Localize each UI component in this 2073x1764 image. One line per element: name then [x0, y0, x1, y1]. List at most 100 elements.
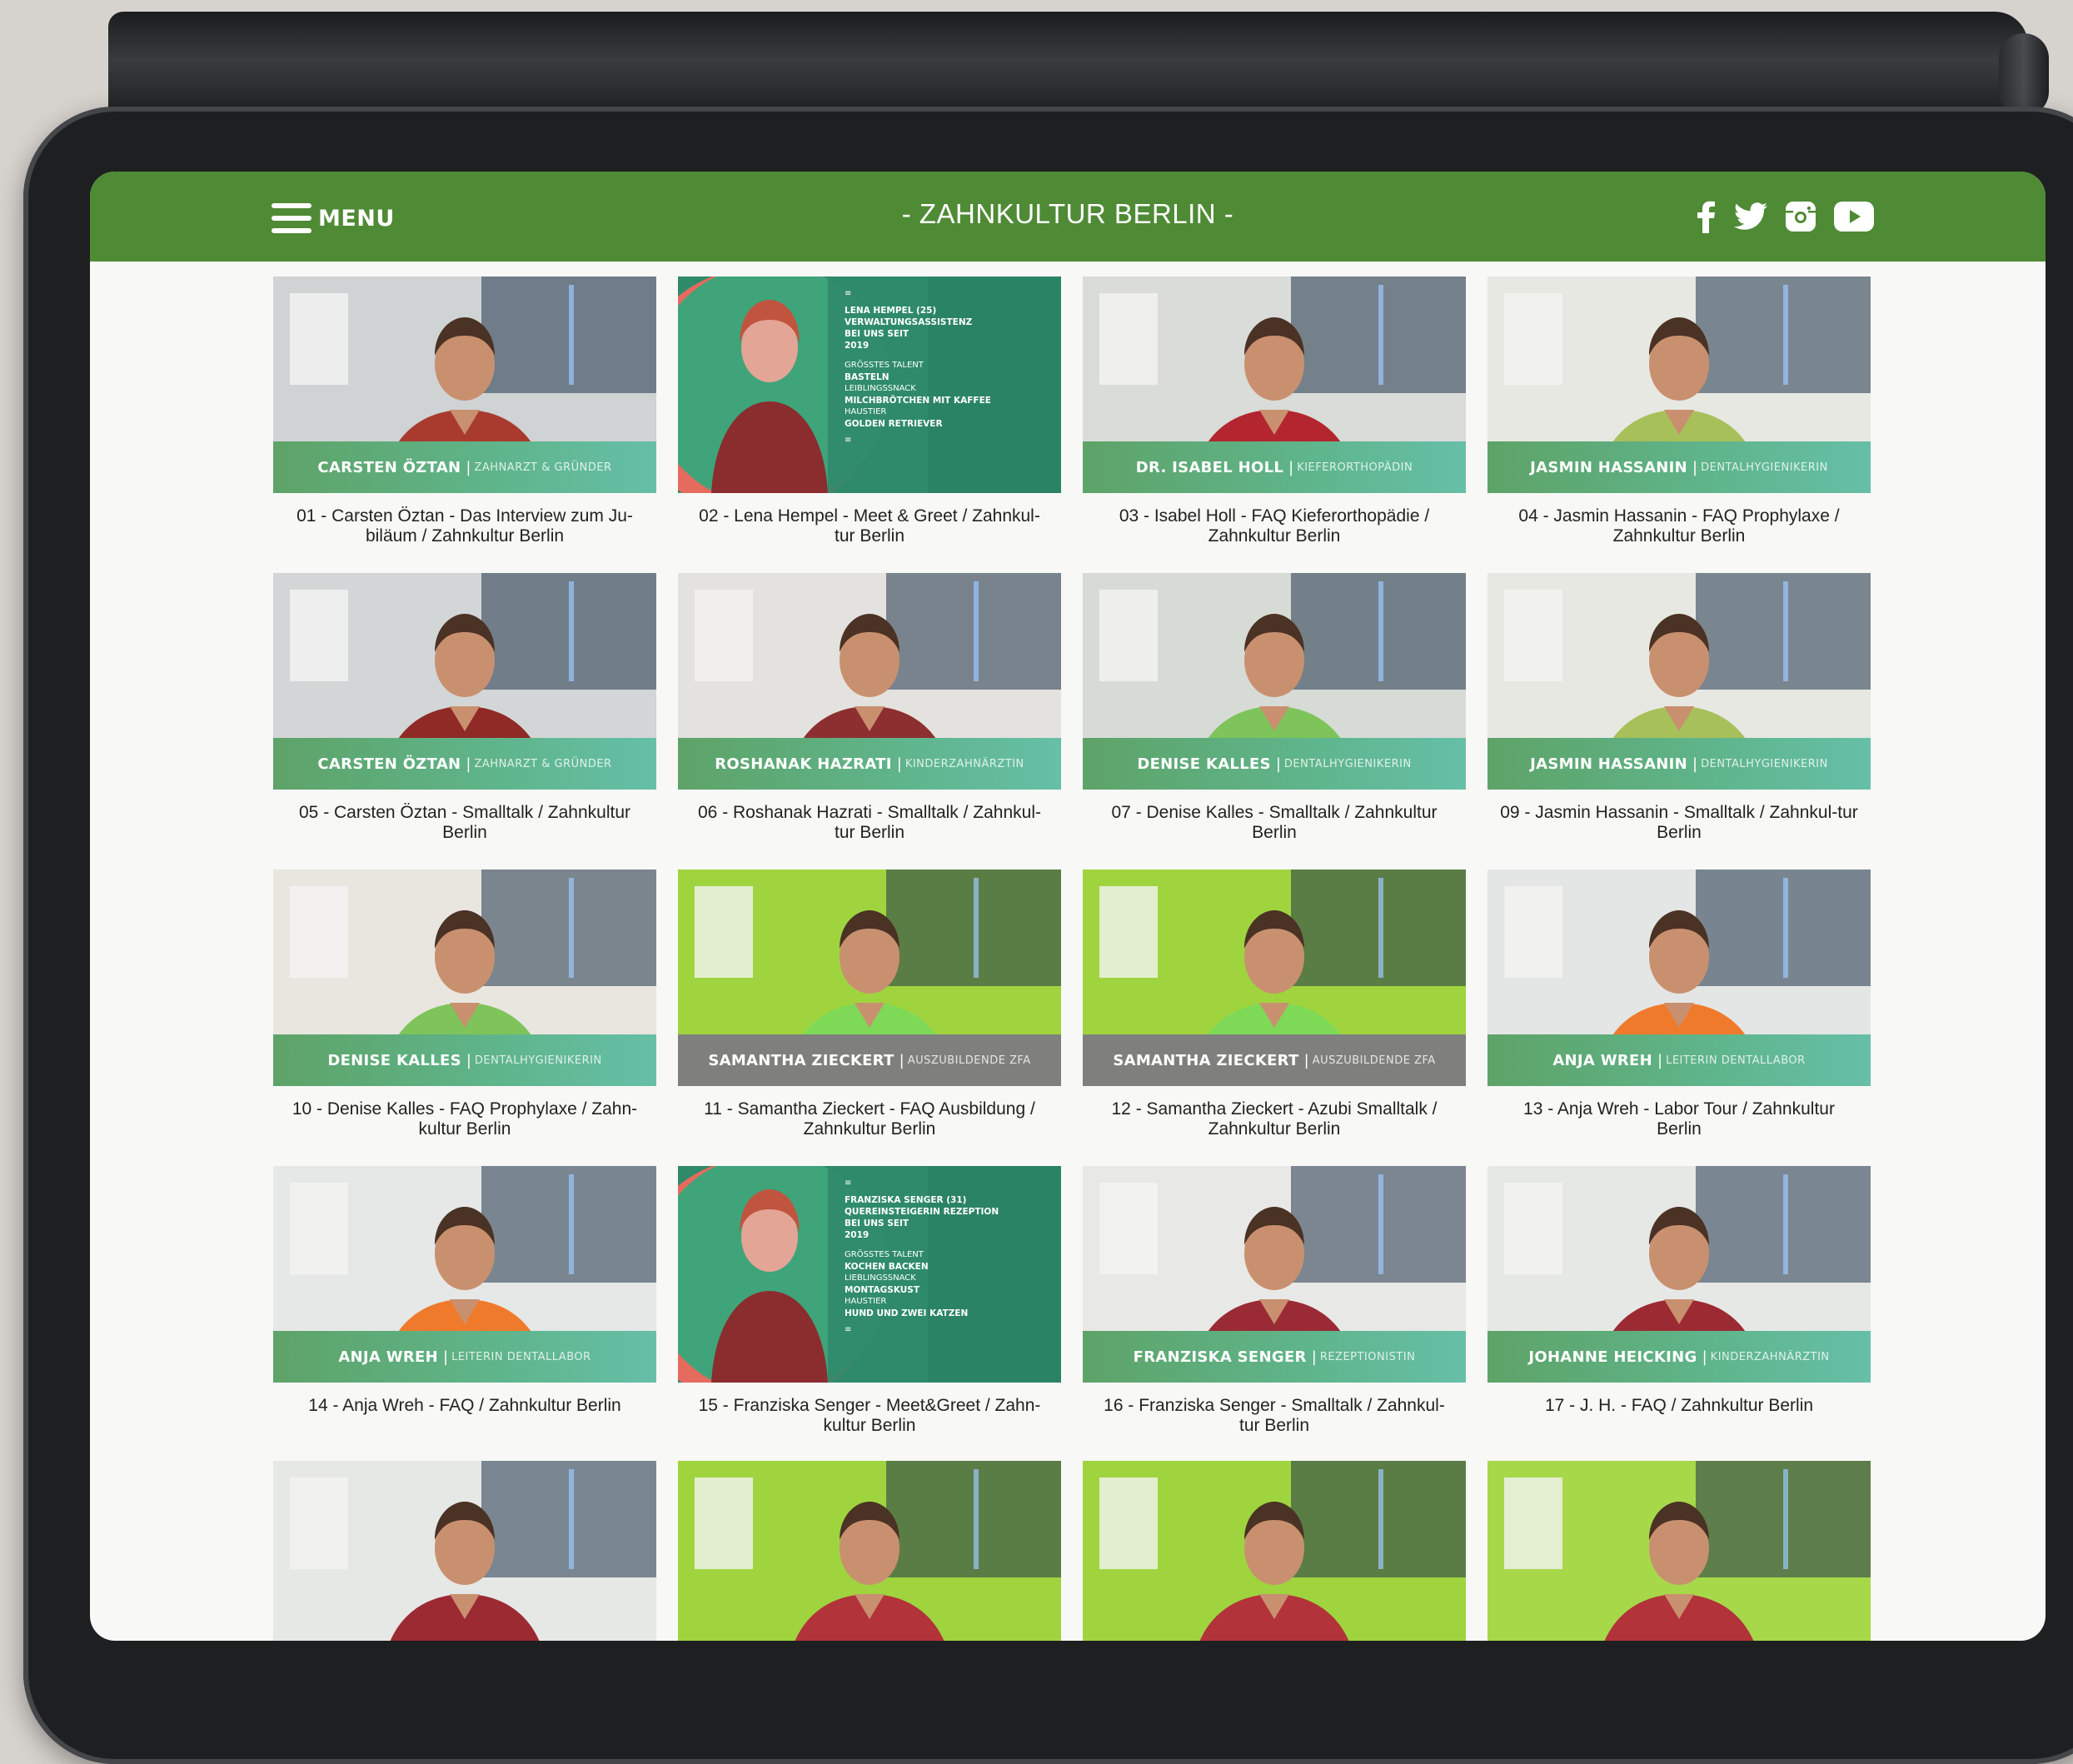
video-card[interactable]: JASMIN HASSANIN | DENTALHYGIENIKERIN 04 - …: [1487, 277, 1871, 573]
person-role: KINDERZAHNÄRZTIN: [1710, 1350, 1830, 1363]
person-role: DENTALHYGIENIKERIN: [1701, 757, 1828, 770]
video-title[interactable]: 02 - Lena Hempel - Meet & Greet / Zahnku…: [690, 506, 1049, 546]
promo-line: LENA HEMPEL (25): [845, 306, 937, 316]
video-thumbnail[interactable]: DENISE KALLES | DENTALHYGIENIKERIN: [273, 870, 656, 1086]
person-role: AUSZUBILDENDE ZFA: [1312, 1054, 1436, 1067]
video-card[interactable]: SAMANTHA ZIECKERT | AUSZUBILDENDE ZFA 11 -…: [678, 870, 1061, 1166]
person-role: KIEFERORTHOPÄDIN: [1297, 461, 1413, 474]
video-grid: CARSTEN ÖZTAN | ZAHNARZT & GRÜNDER 01 - Ca…: [273, 277, 1871, 1463]
screen: MENU - ZAHNKULTUR BERLIN - CARSTEN ÖZTAN: [90, 172, 2046, 1641]
name-banner: JASMIN HASSANIN | DENTALHYGIENIKERIN: [1487, 738, 1871, 790]
social-links: [1697, 198, 1874, 235]
person-name: ROSHANAK HAZRATI: [715, 755, 892, 773]
promo-line: HAUSTIER: [845, 1297, 887, 1306]
video-thumbnail[interactable]: [1083, 1461, 1466, 1641]
video-card[interactable]: FRANZISKA SENGER | REZEPTIONISTIN 16 - Fra…: [1083, 1166, 1466, 1463]
video-card[interactable]: DENISE KALLES | DENTALHYGIENIKERIN 07 - De…: [1083, 573, 1466, 870]
video-thumbnail[interactable]: ANJA WREH | LEITERIN DENTALLABOR: [273, 1166, 656, 1383]
video-card[interactable]: ≡ FRANZISKA SENGER (31) QUEREINSTEIGERIN R…: [678, 1166, 1061, 1463]
video-title[interactable]: 16 - Franziska Senger - Smalltalk / Zahn…: [1095, 1396, 1453, 1436]
person-role: ZAHNARZT & GRÜNDER: [474, 461, 612, 474]
person-role: LEITERIN DENTALLABOR: [451, 1350, 591, 1363]
video-title[interactable]: 06 - Roshanak Hazrati - Smalltalk / Zahn…: [690, 803, 1049, 843]
video-thumbnail[interactable]: SAMANTHA ZIECKERT | AUSZUBILDENDE ZFA: [678, 870, 1061, 1086]
video-thumbnail[interactable]: JASMIN HASSANIN | DENTALHYGIENIKERIN: [1487, 573, 1871, 790]
person-role: KINDERZAHNÄRZTIN: [904, 757, 1024, 770]
promo-line: MONTAGSKUST: [845, 1285, 920, 1295]
person-name: DR. ISABEL HOLL: [1135, 458, 1284, 476]
video-thumbnail[interactable]: ANJA WREH | LEITERIN DENTALLABOR: [1487, 870, 1871, 1086]
facebook-icon[interactable]: [1697, 198, 1716, 235]
video-thumbnail[interactable]: JASMIN HASSANIN | DENTALHYGIENIKERIN: [1487, 277, 1871, 493]
name-banner: DENISE KALLES | DENTALHYGIENIKERIN: [1083, 738, 1466, 790]
video-thumbnail[interactable]: CARSTEN ÖZTAN | ZAHNARZT & GRÜNDER: [273, 277, 656, 493]
video-card[interactable]: JOHANNE HEICKING | KINDERZAHNÄRZTIN 17 - J…: [1487, 1166, 1871, 1463]
person-name: JASMIN HASSANIN: [1530, 755, 1688, 773]
promo-line: 2019: [845, 1230, 870, 1240]
video-thumbnail[interactable]: DR. ISABEL HOLL | KIEFERORTHOPÄDIN: [1083, 277, 1466, 493]
promo-line: GRÖSSTES TALENT: [845, 1250, 924, 1259]
youtube-icon[interactable]: [1834, 198, 1874, 235]
video-card[interactable]: SAMANTHA ZIECKERT | AUSZUBILDENDE ZFA 12 -…: [1083, 870, 1466, 1166]
video-card[interactable]: DENISE KALLES | DENTALHYGIENIKERIN 10 - De…: [273, 870, 656, 1166]
video-title[interactable]: 01 - Carsten Öztan - Das Interview zum J…: [286, 506, 644, 546]
promo-line: QUEREINSTEIGERIN REZEPTION: [845, 1207, 999, 1217]
video-card[interactable]: ANJA WREH | LEITERIN DENTALLABOR 14 - Anja…: [273, 1166, 656, 1463]
video-card[interactable]: DR. ISABEL HOLL | KIEFERORTHOPÄDIN 03 - Is…: [1083, 277, 1466, 573]
video-title[interactable]: 04 - Jasmin Hassanin - FAQ Prophylaxe / …: [1500, 506, 1858, 546]
video-thumbnail[interactable]: DENISE KALLES | DENTALHYGIENIKERIN: [1083, 573, 1466, 790]
video-title[interactable]: 03 - Isabel Holl - FAQ Kieferorthopädie …: [1095, 506, 1453, 546]
video-grid-partial-row: [273, 1461, 1871, 1641]
video-thumbnail[interactable]: ≡ FRANZISKA SENGER (31) QUEREINSTEIGERIN R…: [678, 1166, 1061, 1383]
name-banner: JASMIN HASSANIN | DENTALHYGIENIKERIN: [1487, 441, 1871, 493]
video-title[interactable]: 07 - Denise Kalles - Smalltalk / Zahnkul…: [1095, 803, 1453, 843]
video-title[interactable]: 12 - Samantha Zieckert - Azubi Smalltalk…: [1095, 1099, 1453, 1139]
video-title[interactable]: 15 - Franziska Senger - Meet&Greet / Zah…: [690, 1396, 1049, 1436]
name-banner: CARSTEN ÖZTAN | ZAHNARZT & GRÜNDER: [273, 738, 656, 790]
video-title[interactable]: 05 - Carsten Öztan - Smalltalk / Zahnkul…: [286, 803, 644, 843]
promo-line: HAUSTIER: [845, 407, 887, 416]
twitter-icon[interactable]: [1734, 198, 1767, 235]
video-thumbnail[interactable]: CARSTEN ÖZTAN | ZAHNARZT & GRÜNDER: [273, 573, 656, 790]
video-card[interactable]: ANJA WREH | LEITERIN DENTALLABOR 13 - Anja…: [1487, 870, 1871, 1166]
person-role: AUSZUBILDENDE ZFA: [907, 1054, 1031, 1067]
video-card[interactable]: CARSTEN ÖZTAN | ZAHNARZT & GRÜNDER 01 - Ca…: [273, 277, 656, 573]
name-banner: CARSTEN ÖZTAN | ZAHNARZT & GRÜNDER: [273, 441, 656, 493]
video-title[interactable]: 11 - Samantha Zieckert - FAQ Ausbildung …: [690, 1099, 1049, 1139]
video-title[interactable]: 10 - Denise Kalles - FAQ Prophylaxe / Za…: [286, 1099, 644, 1139]
video-thumbnail[interactable]: ≡ LENA HEMPEL (25) VERWALTUNGSASSISTENZ BEI…: [678, 277, 1061, 493]
video-card[interactable]: CARSTEN ÖZTAN | ZAHNARZT & GRÜNDER 05 - Ca…: [273, 573, 656, 870]
video-card[interactable]: ROSHANAK HAZRATI | KINDERZAHNÄRZTIN 06 - R…: [678, 573, 1061, 870]
promo-info: ≡ FRANZISKA SENGER (31) QUEREINSTEIGERIN R…: [845, 1178, 999, 1334]
video-title[interactable]: 09 - Jasmin Hassanin - Smalltalk / Zahnk…: [1500, 803, 1858, 843]
video-thumbnail[interactable]: SAMANTHA ZIECKERT | AUSZUBILDENDE ZFA: [1083, 870, 1466, 1086]
video-card[interactable]: ≡ LENA HEMPEL (25) VERWALTUNGSASSISTENZ BEI…: [678, 277, 1061, 573]
video-thumbnail[interactable]: FRANZISKA SENGER | REZEPTIONISTIN: [1083, 1166, 1466, 1383]
promo-line: 2019: [845, 341, 870, 351]
name-banner: ANJA WREH | LEITERIN DENTALLABOR: [273, 1331, 656, 1383]
video-thumbnail[interactable]: [1487, 1461, 1871, 1641]
person-name: CARSTEN ÖZTAN: [317, 755, 461, 773]
person-name: ANJA WREH: [338, 1348, 438, 1366]
video-thumbnail[interactable]: JOHANNE HEICKING | KINDERZAHNÄRZTIN: [1487, 1166, 1871, 1383]
person-name: DENISE KALLES: [1137, 755, 1271, 773]
promo-line: GOLDEN RETRIEVER: [845, 419, 943, 429]
video-title[interactable]: 17 - J. H. - FAQ / Zahnkultur Berlin: [1500, 1396, 1858, 1416]
video-card[interactable]: JASMIN HASSANIN | DENTALHYGIENIKERIN 09 - …: [1487, 573, 1871, 870]
video-title[interactable]: 13 - Anja Wreh - Labor Tour / Zahnkultur…: [1500, 1099, 1858, 1139]
video-thumbnail[interactable]: [273, 1461, 656, 1641]
promo-info: ≡ LENA HEMPEL (25) VERWALTUNGSASSISTENZ BEI…: [845, 289, 991, 445]
person-name: JASMIN HASSANIN: [1530, 458, 1688, 476]
promo-line: BEI UNS SEIT: [845, 1218, 909, 1228]
video-thumbnail[interactable]: [678, 1461, 1061, 1641]
promo-line: KOCHEN BACKEN: [845, 1262, 929, 1272]
video-thumbnail[interactable]: ROSHANAK HAZRATI | KINDERZAHNÄRZTIN: [678, 573, 1061, 790]
video-title[interactable]: 14 - Anja Wreh - FAQ / Zahnkultur Berlin: [286, 1396, 644, 1416]
name-banner: ANJA WREH | LEITERIN DENTALLABOR: [1487, 1034, 1871, 1086]
promo-line: FRANZISKA SENGER (31): [845, 1195, 967, 1205]
name-banner: SAMANTHA ZIECKERT | AUSZUBILDENDE ZFA: [678, 1034, 1061, 1086]
name-banner: JOHANNE HEICKING | KINDERZAHNÄRZTIN: [1487, 1331, 1871, 1383]
promo-line: BASTELN: [845, 372, 889, 382]
instagram-icon[interactable]: [1786, 198, 1816, 235]
name-banner: FRANZISKA SENGER | REZEPTIONISTIN: [1083, 1331, 1466, 1383]
